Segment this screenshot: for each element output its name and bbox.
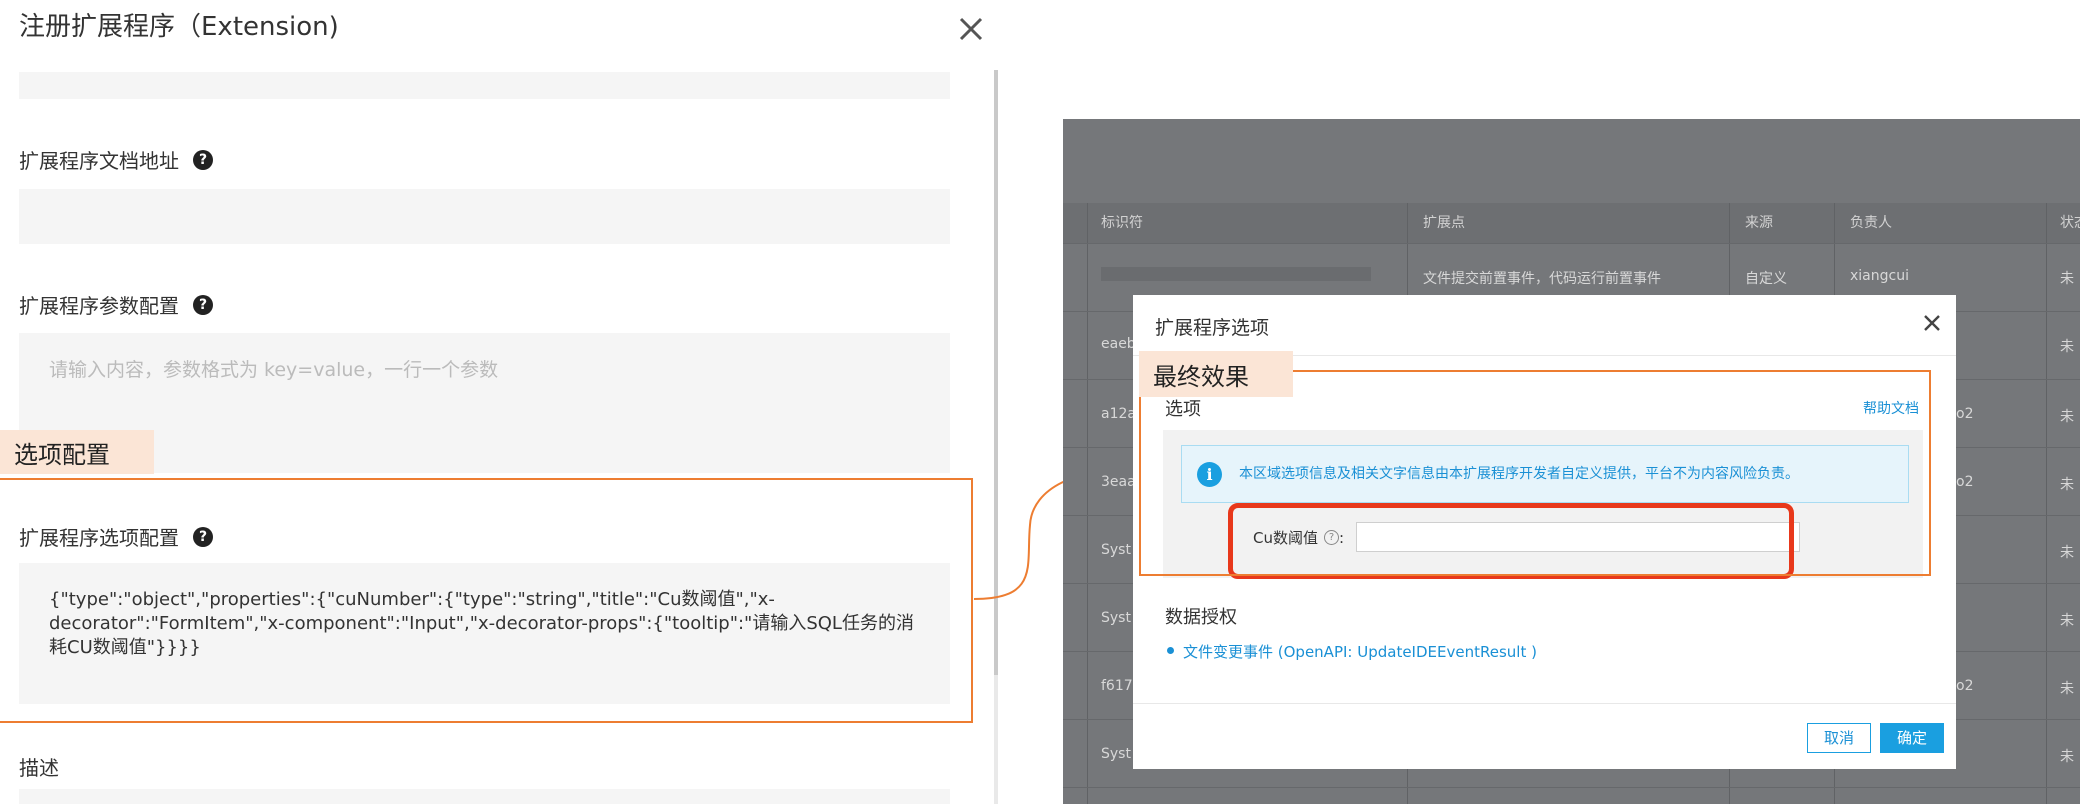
doc-url-input[interactable] <box>19 189 950 244</box>
table-cell: 未 <box>2060 409 2074 425</box>
bullet-icon <box>1167 647 1174 654</box>
description-label: 描述 <box>19 756 59 780</box>
description-input[interactable] <box>19 789 950 804</box>
confirm-button[interactable]: 确定 <box>1880 723 1944 753</box>
dialog-title: 扩展程序选项 <box>1155 317 1270 339</box>
table-cell: xiangcui <box>1850 268 1909 284</box>
cancel-button[interactable]: 取消 <box>1807 723 1871 753</box>
table-cell: o2 <box>1956 678 1974 694</box>
close-icon[interactable] <box>1920 311 1944 335</box>
table-cell: o2 <box>1956 406 1974 422</box>
table-cell: 未 <box>2060 271 2074 287</box>
table-cell: 未 <box>2060 545 2074 561</box>
register-extension-panel: 注册扩展程序（Extension) 扩展程序文档地址 ? 扩展程序参数配置 ? … <box>0 0 998 804</box>
options-config-callout: 选项配置 <box>0 430 154 474</box>
table-cell: Syst <box>1101 746 1131 762</box>
data-auth-item[interactable]: 文件变更事件 (OpenAPI: UpdateIDEEventResult ) <box>1183 641 1537 662</box>
table-cell: 3eaa <box>1101 474 1136 490</box>
table-cell: 未 <box>2060 681 2074 697</box>
data-auth-title: 数据授权 <box>1165 607 1237 628</box>
table-cell: 未 <box>2060 477 2074 493</box>
previous-field-input[interactable] <box>19 72 950 99</box>
options-config-highlight <box>0 478 973 723</box>
col-header-extension-point: 扩展点 <box>1423 215 1465 231</box>
table-cell: 未 <box>2060 613 2074 629</box>
question-circle-icon[interactable]: ? <box>193 294 213 315</box>
col-header-status: 状态 <box>2060 215 2080 231</box>
doc-url-label-text: 扩展程序文档地址 <box>19 149 179 173</box>
table-cell: Syst <box>1101 610 1131 626</box>
table-cell: Syst <box>1101 542 1131 558</box>
table-cell: eaeb <box>1101 336 1136 352</box>
doc-url-label: 扩展程序文档地址 ? <box>19 145 213 174</box>
final-effect-callout: 最终效果 <box>1139 351 1293 397</box>
table-cell: a12a <box>1101 406 1136 422</box>
table-cell: 文件提交前置事件，代码运行前置事件 <box>1423 271 1661 287</box>
close-icon[interactable] <box>952 10 990 48</box>
table-header <box>1063 203 2080 243</box>
col-header-source: 来源 <box>1745 215 1773 231</box>
table-cell: o2 <box>1956 474 1974 490</box>
final-effect-highlight <box>1139 370 1931 576</box>
col-header-owner: 负责人 <box>1850 215 1892 231</box>
col-header-identifier: 标识符 <box>1101 215 1143 231</box>
params-config-textarea[interactable]: 请输入内容，参数格式为 key=value，一行一个参数 <box>19 333 950 473</box>
table-cell: 未 <box>2060 339 2074 355</box>
table-cell: 未 <box>2060 749 2074 765</box>
table-cell: 自定义 <box>1745 271 1787 287</box>
params-config-label-text: 扩展程序参数配置 <box>19 294 179 318</box>
params-config-placeholder: 请输入内容，参数格式为 key=value，一行一个参数 <box>49 359 499 381</box>
question-circle-icon[interactable]: ? <box>193 149 213 170</box>
panel-title: 注册扩展程序（Extension) <box>19 12 339 42</box>
redacted-identifier <box>1101 267 1371 281</box>
table-cell: f617 <box>1101 678 1133 694</box>
params-config-label: 扩展程序参数配置 ? <box>19 290 213 319</box>
